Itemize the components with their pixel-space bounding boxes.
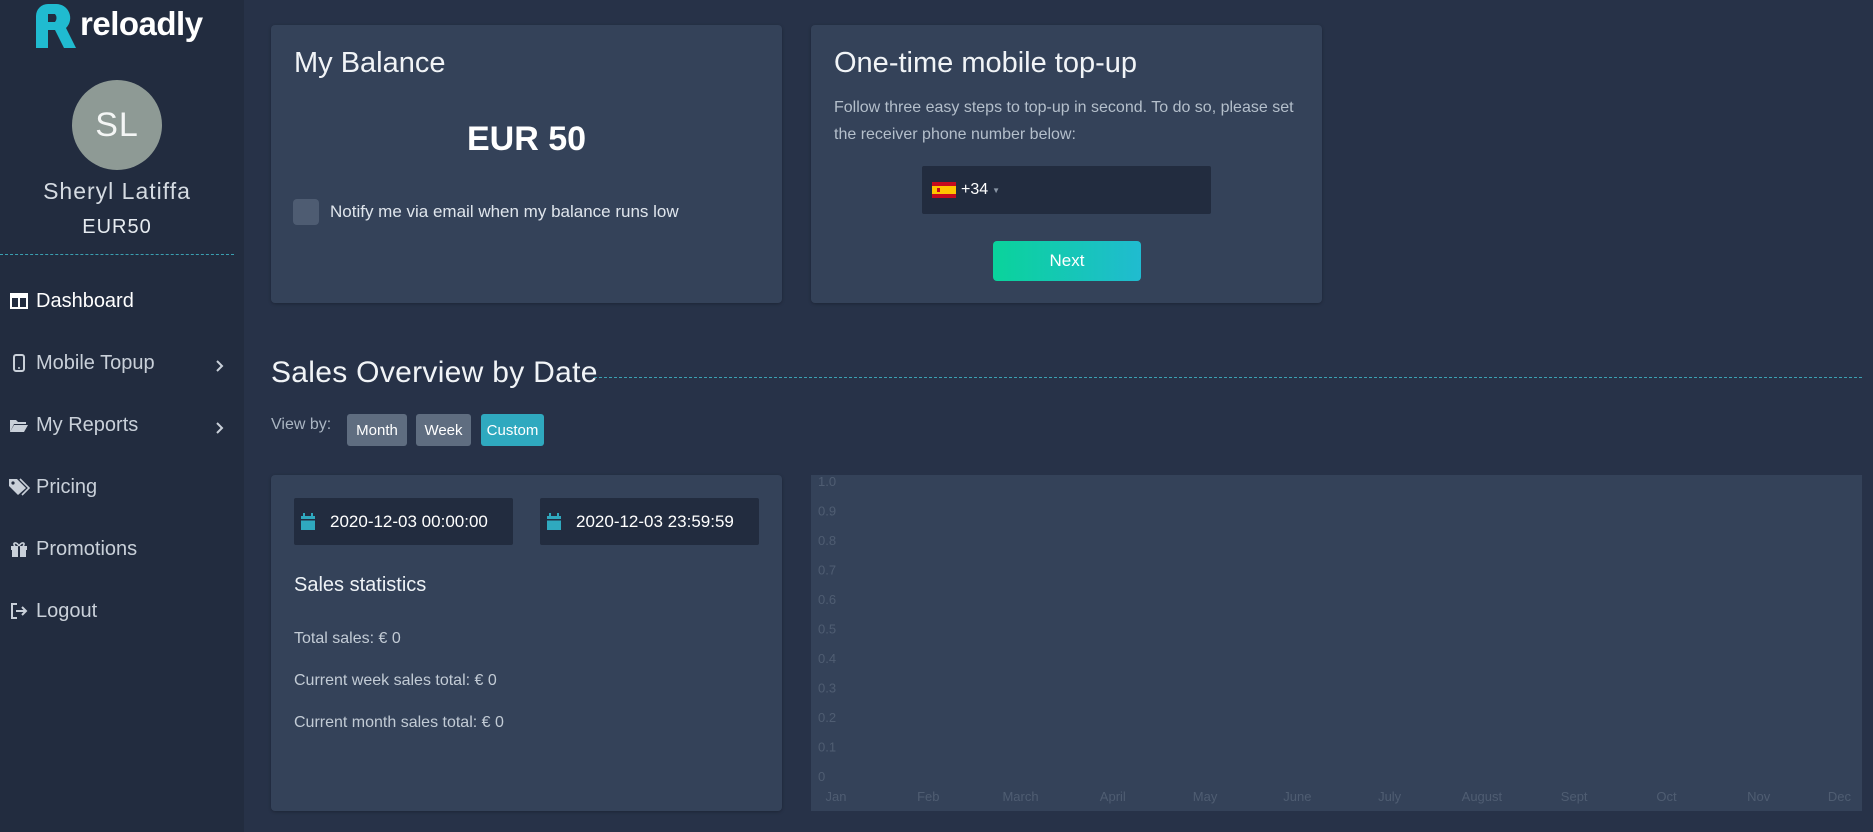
spain-flag-icon[interactable] (932, 182, 956, 198)
sidebar-item-logout[interactable]: Logout (0, 580, 244, 642)
x-tick-label: April (1100, 789, 1126, 804)
chevron-down-icon[interactable]: ▼ (992, 186, 1000, 195)
x-tick-label: July (1378, 789, 1402, 804)
sidebar-item-dashboard[interactable]: Dashboard (0, 270, 244, 332)
tags-icon (8, 476, 30, 498)
date-to-field[interactable]: 2020-12-03 23:59:59 (540, 498, 759, 545)
phone-number-input[interactable]: +34 ▼ (922, 166, 1211, 214)
y-tick-label: 0.8 (818, 533, 836, 548)
sidebar-divider (0, 254, 234, 255)
brand-logo[interactable]: reloadly (32, 2, 203, 50)
dashboard-icon (8, 290, 30, 312)
sidebar-nav: Dashboard Mobile Topup My Reports Pricin… (0, 270, 244, 642)
date-to-value: 2020-12-03 23:59:59 (576, 511, 734, 531)
mobile-icon (8, 352, 30, 374)
y-tick-label: 0.2 (818, 710, 836, 725)
notify-label: Notify me via email when my balance runs… (330, 202, 679, 221)
x-tick-label: May (1193, 789, 1218, 804)
dial-code[interactable]: +34 (961, 181, 988, 199)
sales-overview-title: Sales Overview by Date (271, 356, 598, 389)
y-tick-label: 0.3 (818, 681, 836, 696)
date-from-value: 2020-12-03 00:00:00 (330, 511, 488, 531)
sidebar-item-promotions[interactable]: Promotions (0, 518, 244, 580)
date-from-field[interactable]: 2020-12-03 00:00:00 (294, 498, 513, 545)
x-tick-label: March (1002, 789, 1038, 804)
view-month-button[interactable]: Month (347, 414, 407, 446)
notify-checkbox[interactable] (293, 199, 319, 225)
month-sales-total: Current month sales total: € 0 (294, 714, 504, 731)
balance-card: My Balance EUR 50 Notify me via email wh… (271, 25, 782, 303)
avatar: SL (72, 80, 162, 170)
y-tick-label: 0.1 (818, 740, 836, 755)
sidebar-item-label: Dashboard (36, 289, 134, 312)
y-tick-label: 1.0 (818, 475, 836, 489)
view-custom-button[interactable]: Custom (481, 414, 544, 446)
reloadly-logo-icon (32, 2, 78, 50)
user-name: Sheryl Latiffa (43, 178, 191, 204)
view-week-button[interactable]: Week (416, 414, 471, 446)
balance-amount: EUR 50 (466, 120, 587, 158)
calendar-icon (546, 512, 564, 531)
sales-chart-svg: 1.0 0.9 0.8 0.7 0.6 0.5 0.4 0.3 0.2 0.1 0Jan Feb Mar… (818, 475, 1852, 804)
topup-card: One-time mobile top-up Follow three easy… (811, 25, 1322, 303)
sidebar-item-label: Pricing (36, 475, 98, 498)
sidebar: reloadly SL Sheryl Latiffa EUR50 Dashboa… (0, 0, 244, 832)
calendar-icon (300, 512, 318, 531)
sidebar-item-label: Mobile Topup (36, 351, 155, 374)
notify-low-balance[interactable]: Notify me via email when my balance runs… (293, 199, 679, 225)
x-tick-label: Jan (826, 789, 847, 804)
sales-chart: 1.0 0.9 0.8 0.7 0.6 0.5 0.4 0.3 0.2 0.1 0 Jan Feb Mar… (811, 475, 1862, 811)
topup-card-title: One-time mobile top-up (834, 47, 1138, 79)
view-by-label: View by: (271, 416, 332, 433)
topup-description: Follow three easy steps to top-up in sec… (834, 99, 1294, 143)
x-tick-label: Oct (1656, 789, 1677, 804)
chevron-right-icon (216, 417, 224, 440)
section-divider (594, 377, 1862, 378)
week-sales-total: Current week sales total: € 0 (294, 672, 497, 689)
x-tick-label: Dec (1828, 789, 1852, 804)
y-tick-label: 0.9 (818, 504, 836, 519)
sidebar-item-label: Logout (36, 599, 98, 622)
logout-icon (8, 600, 30, 622)
x-tick-label: June (1283, 789, 1311, 804)
sales-stats-title: Sales statistics (294, 574, 427, 596)
sidebar-item-my-reports[interactable]: My Reports (0, 394, 244, 456)
user-balance: EUR50 (82, 216, 152, 238)
y-tick-label: 0.5 (818, 622, 836, 637)
y-tick-label: 0.6 (818, 592, 836, 607)
x-tick-label: August (1462, 789, 1503, 804)
sidebar-item-pricing[interactable]: Pricing (0, 456, 244, 518)
y-tick-label: 0 (818, 769, 825, 784)
total-sales: Total sales: € 0 (294, 630, 401, 647)
next-button[interactable]: Next (993, 241, 1141, 281)
balance-card-title: My Balance (294, 47, 446, 79)
sidebar-item-label: Promotions (36, 537, 138, 560)
x-tick-label: Feb (917, 789, 939, 804)
folder-icon (8, 414, 30, 436)
x-tick-label: Sept (1561, 789, 1588, 804)
sidebar-item-mobile-topup[interactable]: Mobile Topup (0, 332, 244, 394)
y-tick-label: 0.7 (818, 563, 836, 578)
brand-name: reloadly (80, 5, 203, 42)
sidebar-item-label: My Reports (36, 413, 139, 436)
y-tick-label: 0.4 (818, 651, 836, 666)
sales-stats-card: 2020-12-03 00:00:00 2020-12-03 23:59:59 … (271, 475, 782, 811)
chevron-right-icon (216, 355, 224, 378)
x-tick-label: Nov (1747, 789, 1771, 804)
gift-icon (8, 538, 30, 560)
